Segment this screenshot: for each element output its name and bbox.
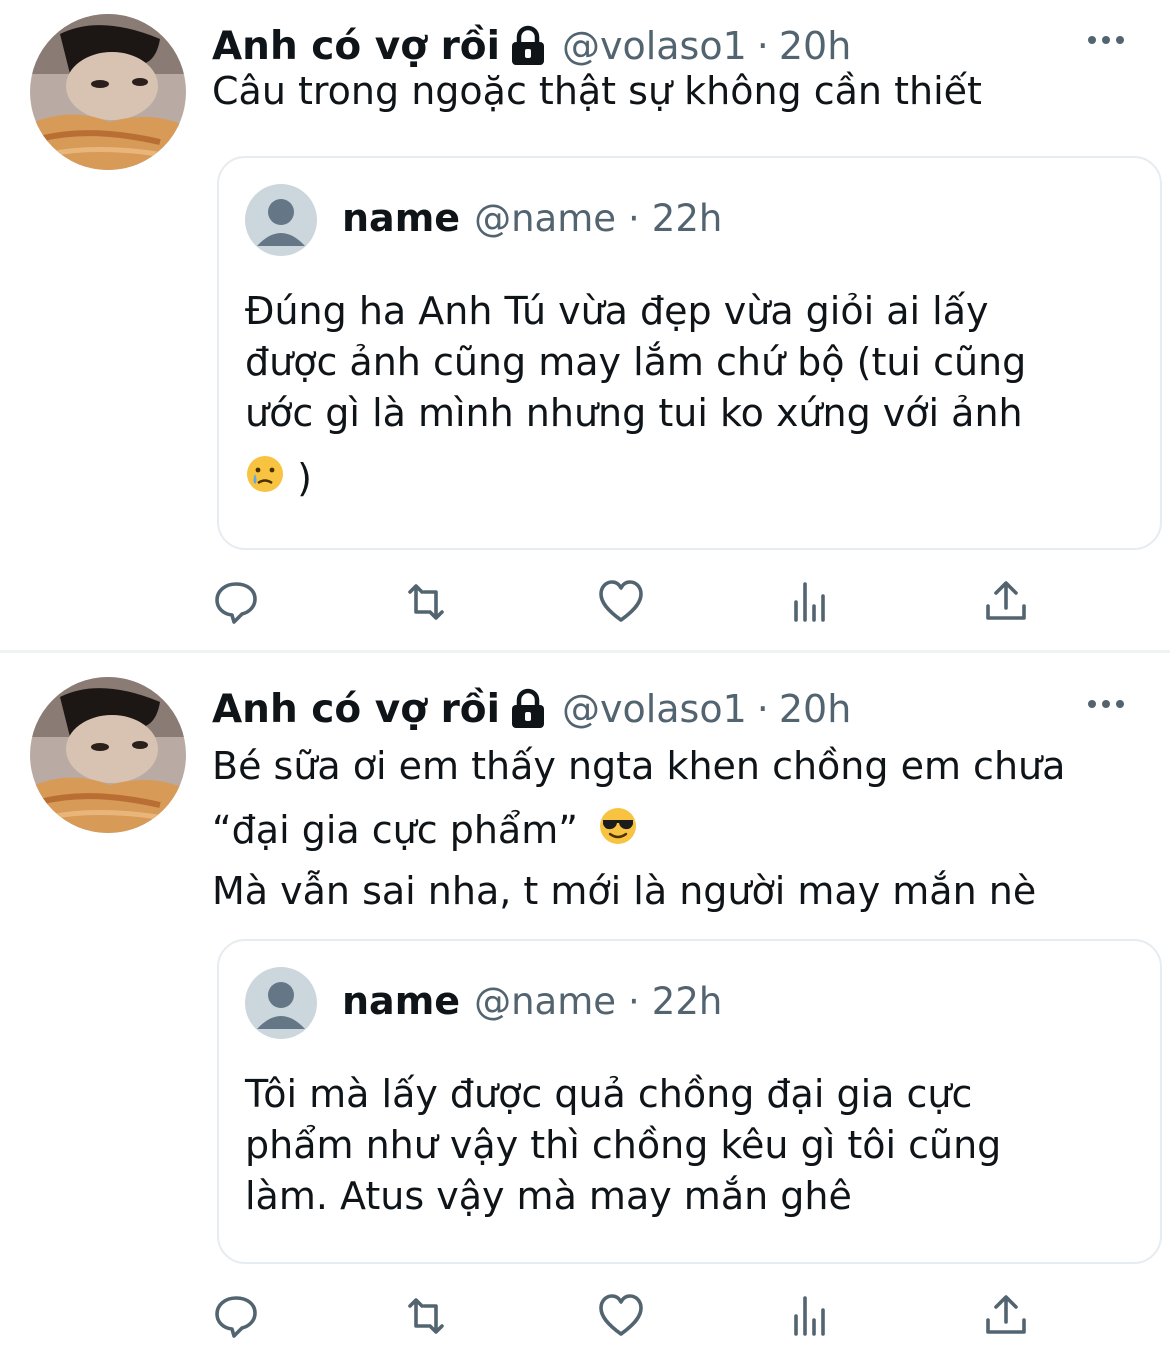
- quoted-text-line: Đúng ha Anh Tú vừa đẹp vừa giỏi ai lấy: [245, 289, 989, 333]
- sunglasses-face-icon: [598, 804, 638, 862]
- tweet-text-line: “đại gia cực phẩm”: [212, 808, 578, 852]
- avatar[interactable]: [30, 14, 186, 170]
- quoted-text-line: ): [297, 456, 312, 500]
- quoted-text-line: phẩm như vậy thì chồng kêu gì tôi cũng: [245, 1123, 1002, 1167]
- timestamp[interactable]: 20h: [779, 24, 851, 68]
- quoted-handle: @name: [474, 979, 617, 1023]
- tweet-text-line-with-emoji: “đại gia cực phẩm”: [212, 801, 1065, 862]
- more-options-icon[interactable]: [1086, 694, 1126, 714]
- quoted-timestamp: 22h: [651, 196, 723, 240]
- retweet-icon[interactable]: [402, 1292, 450, 1340]
- reply-icon[interactable]: [212, 578, 260, 626]
- crying-face-icon: [245, 454, 285, 507]
- quoted-handle: @name: [474, 196, 617, 240]
- timestamp[interactable]: 20h: [779, 687, 851, 731]
- action-bar: [212, 578, 1042, 626]
- like-icon[interactable]: [597, 1292, 645, 1340]
- share-icon[interactable]: [982, 578, 1030, 626]
- quoted-tweet-header: name @name · 22h: [342, 196, 722, 240]
- default-avatar: [245, 184, 317, 256]
- separator-dot: ·: [756, 24, 769, 68]
- like-icon[interactable]: [597, 578, 645, 626]
- tweet-text-line: Bé sữa ơi em thấy ngta khen chồng em chư…: [212, 744, 1066, 788]
- quoted-tweet-header: name @name · 22h: [342, 979, 722, 1023]
- tweet-text: Bé sữa ơi em thấy ngta khen chồng em chư…: [212, 737, 1065, 920]
- tweet-text-line: Mà vẫn sai nha, t mới là người may mắn n…: [212, 868, 1037, 913]
- handle[interactable]: @volaso1: [562, 24, 747, 68]
- quoted-tweet[interactable]: name @name · 22h Đúng ha Anh Tú vừa đẹp …: [217, 156, 1162, 550]
- action-bar: [212, 1292, 1042, 1340]
- quoted-text-line-last: ): [245, 453, 1026, 507]
- quoted-tweet-text: Tôi mà lấy được quả chồng đại gia cực ph…: [245, 1069, 1001, 1222]
- analytics-icon[interactable]: [790, 1292, 838, 1340]
- analytics-icon[interactable]: [790, 578, 838, 626]
- display-name[interactable]: Anh có vợ rồi: [212, 24, 500, 69]
- avatar[interactable]: [30, 677, 186, 833]
- separator-dot: ·: [628, 196, 640, 240]
- separator-dot: ·: [756, 687, 769, 731]
- quoted-display-name: name: [342, 196, 461, 240]
- quoted-text-line: ước gì là mình nhưng tui ko xứng với ảnh: [245, 391, 1023, 435]
- tweet[interactable]: Anh có vợ rồi @volaso1 · 20h Bé sữa ơi e…: [0, 653, 1170, 1357]
- share-icon[interactable]: [982, 1292, 1030, 1340]
- tweet[interactable]: Anh có vợ rồi @volaso1 · 20h Câu trong n…: [0, 0, 1170, 652]
- quoted-tweet-text: Đúng ha Anh Tú vừa đẹp vừa giỏi ai lấy đ…: [245, 286, 1026, 507]
- tweet-header: Anh có vợ rồi @volaso1 · 20h: [212, 683, 851, 735]
- lock-icon: [508, 25, 548, 67]
- display-name[interactable]: Anh có vợ rồi: [212, 687, 500, 732]
- lock-icon: [508, 688, 548, 730]
- tweet-text: Câu trong ngoặc thật sự không cần thiết: [212, 72, 982, 110]
- separator-dot: ·: [628, 979, 640, 1023]
- tweet-text-line: Câu trong ngoặc thật sự không cần thiết: [212, 69, 982, 113]
- quoted-tweet[interactable]: name @name · 22h Tôi mà lấy được quả chồ…: [217, 939, 1162, 1264]
- quoted-display-name: name: [342, 979, 461, 1023]
- quoted-text-line: làm. Atus vậy mà may mắn ghê: [245, 1174, 852, 1218]
- more-options-icon[interactable]: [1086, 30, 1126, 50]
- reply-icon[interactable]: [212, 1292, 260, 1340]
- quoted-text-line: được ảnh cũng may lắm chứ bộ (tui cũng: [245, 340, 1027, 384]
- default-avatar: [245, 967, 317, 1039]
- tweet-header: Anh có vợ rồi @volaso1 · 20h: [212, 20, 851, 72]
- quoted-text-line: Tôi mà lấy được quả chồng đại gia cực: [245, 1072, 973, 1116]
- quoted-timestamp: 22h: [651, 979, 723, 1023]
- retweet-icon[interactable]: [402, 578, 450, 626]
- handle[interactable]: @volaso1: [562, 687, 747, 731]
